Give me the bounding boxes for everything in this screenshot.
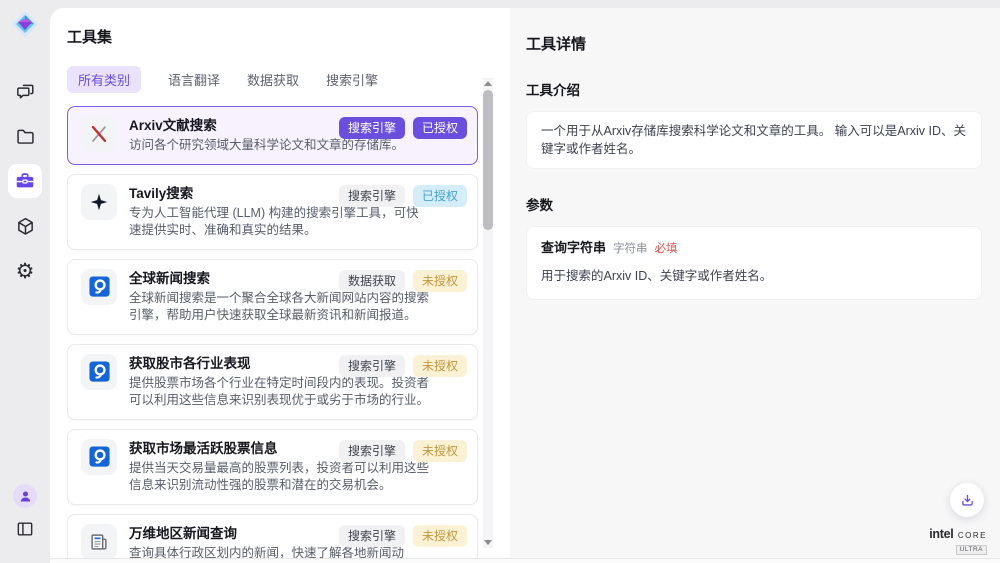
tool-card[interactable]: 获取股市各行业表现 提供股票市场各个行业在特定时间段内的表现。投资者可以利用这些…	[67, 344, 478, 420]
tool-list-panel: 工具集 所有类别 语言翻译 数据获取 搜索引擎 Arxiv文献搜索 访问各个研究…	[50, 8, 510, 558]
tool-category-badge: 搜索引擎	[339, 117, 405, 139]
intro-text: 一个用于从Arxiv存储库搜索科学论文和文章的工具。 输入可以是Arxiv ID…	[541, 124, 966, 156]
arxiv-icon	[81, 116, 117, 152]
tool-card[interactable]: Arxiv文献搜索 访问各个研究领域大量科学论文和文章的存储库。 搜索引擎 已授…	[67, 106, 478, 165]
tool-card[interactable]: 获取市场最活跃股票信息 提供当天交易量最高的股票列表，投资者可以利用这些信息来识…	[67, 429, 478, 505]
scroll-up-icon[interactable]	[484, 81, 492, 86]
core-brand-text: core	[958, 529, 987, 541]
tool-description: 专为人工智能代理 (LLM) 构建的搜索引擎工具，可快速提供实时、准确和真实的结…	[129, 205, 429, 240]
download-button[interactable]	[950, 483, 984, 517]
param-name: 查询字符串	[541, 239, 606, 257]
param-card: 查询字符串 字符串 必填 用于搜索的Arxiv ID、关键字或作者姓名。	[526, 226, 982, 300]
param-type: 字符串	[613, 240, 648, 258]
intro-card: 一个用于从Arxiv存储库搜索科学论文和文章的工具。 输入可以是Arxiv ID…	[526, 111, 982, 169]
tool-card[interactable]: 万维地区新闻查询 查询具体行政区划内的新闻，快速了解各地新闻动 搜索引擎 未授权	[67, 514, 478, 559]
cube-icon[interactable]	[13, 214, 37, 238]
tool-auth-badge: 未授权	[413, 270, 467, 292]
sidebar: ⚙	[0, 0, 50, 563]
tool-category-badge: 搜索引擎	[339, 355, 405, 377]
app-logo-icon[interactable]	[10, 9, 40, 39]
tool-list: Arxiv文献搜索 访问各个研究领域大量科学论文和文章的存储库。 搜索引擎 已授…	[67, 106, 478, 558]
toolbox-icon[interactable]	[8, 164, 42, 198]
tool-category-badge: 数据获取	[339, 270, 405, 292]
page-title: 工具集	[67, 26, 510, 47]
scrollbar[interactable]	[483, 78, 493, 548]
tool-description: 提供当天交易量最高的股票列表，投资者可以利用这些信息来识别流动性强的股票和潜在的…	[129, 460, 429, 495]
juhe-icon	[81, 354, 117, 390]
juhe-icon	[81, 439, 117, 475]
tavily-icon	[81, 184, 117, 220]
sidebar-nav: ⚙	[8, 79, 42, 283]
app-window: ⚙ 工具集 所有类别 语言翻译	[0, 0, 1000, 563]
sidebar-bottom	[13, 484, 37, 541]
intel-core-logo: intel core ultra	[929, 528, 987, 555]
collapse-panel-icon[interactable]	[13, 517, 37, 541]
tool-auth-badge: 已授权	[413, 117, 467, 139]
content-area: 工具集 所有类别 语言翻译 数据获取 搜索引擎 Arxiv文献搜索 访问各个研究…	[50, 8, 1000, 558]
params-heading: 参数	[526, 194, 982, 214]
tool-auth-badge: 未授权	[413, 525, 467, 547]
scrollbar-thumb[interactable]	[483, 90, 493, 230]
tool-category-badge: 搜索引擎	[339, 525, 405, 547]
tool-description: 提供股票市场各个行业在特定时间段内的表现。投资者可以利用这些信息来识别表现优于或…	[129, 375, 429, 410]
intro-heading: 工具介绍	[526, 79, 982, 99]
ultra-badge: ultra	[956, 545, 987, 555]
news-icon	[81, 524, 117, 559]
tool-description: 访问各个研究领域大量科学论文和文章的存储库。	[129, 137, 429, 155]
tool-description: 全球新闻搜索是一个聚合全球各大新闻网站内容的搜索引擎，帮助用户快速获取全球最新资…	[129, 290, 429, 325]
intel-brand-text: intel	[929, 527, 953, 541]
scroll-down-icon[interactable]	[484, 540, 492, 545]
param-required-badge: 必填	[655, 240, 678, 258]
tool-auth-badge: 未授权	[413, 440, 467, 462]
tab-all-categories[interactable]: 所有类别	[67, 66, 141, 93]
tab-search-engine[interactable]: 搜索引擎	[326, 70, 378, 89]
user-avatar[interactable]	[13, 484, 37, 508]
details-title: 工具详情	[526, 33, 982, 54]
settings-icon[interactable]: ⚙	[13, 259, 37, 283]
tool-category-badge: 搜索引擎	[339, 440, 405, 462]
param-description: 用于搜索的Arxiv ID、关键字或作者姓名。	[541, 267, 967, 285]
category-tabs: 所有类别 语言翻译 数据获取 搜索引擎	[67, 66, 510, 93]
tool-card[interactable]: 全球新闻搜索 全球新闻搜索是一个聚合全球各大新闻网站内容的搜索引擎，帮助用户快速…	[67, 259, 478, 335]
tool-auth-badge: 未授权	[413, 355, 467, 377]
tool-details-panel: 工具详情 工具介绍 一个用于从Arxiv存储库搜索科学论文和文章的工具。 输入可…	[510, 8, 1000, 558]
folder-icon[interactable]	[13, 124, 37, 148]
tool-card[interactable]: Tavily搜索 专为人工智能代理 (LLM) 构建的搜索引擎工具，可快速提供实…	[67, 174, 478, 250]
tab-language-translation[interactable]: 语言翻译	[168, 70, 220, 89]
tool-auth-badge: 已授权	[413, 185, 467, 207]
bottom-strip	[50, 558, 1000, 563]
chat-icon[interactable]	[13, 79, 37, 103]
tool-category-badge: 搜索引擎	[339, 185, 405, 207]
tool-description: 查询具体行政区划内的新闻，快速了解各地新闻动	[129, 545, 429, 559]
tab-data-acquisition[interactable]: 数据获取	[247, 70, 299, 89]
juhe-icon	[81, 269, 117, 305]
param-header: 查询字符串 字符串 必填	[541, 239, 967, 258]
